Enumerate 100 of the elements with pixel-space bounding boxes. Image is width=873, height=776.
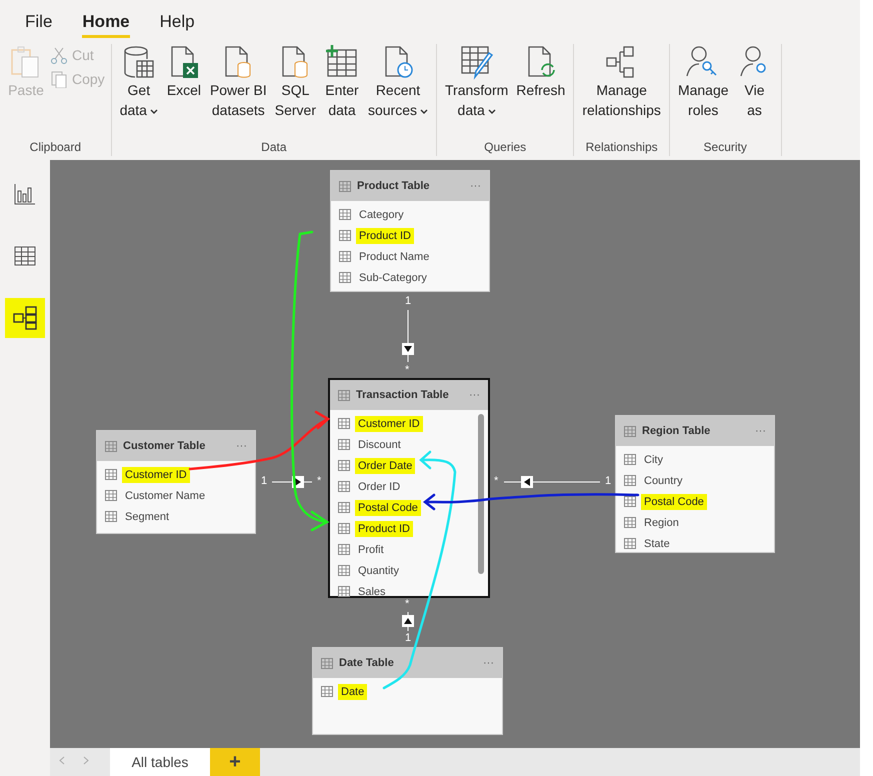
table-icon	[339, 180, 351, 192]
column-icon	[338, 523, 350, 534]
scissors-icon	[50, 46, 68, 64]
field-name[interactable]: Segment	[122, 508, 172, 524]
cardinality-label: *	[405, 598, 410, 610]
view-button[interactable]	[5, 298, 45, 338]
ribbon-button[interactable]: Recent sources	[366, 44, 430, 140]
field-name[interactable]: Sales	[355, 584, 389, 600]
column-icon	[105, 490, 117, 501]
column-icon	[339, 272, 351, 283]
cardinality-label: 1	[405, 295, 412, 307]
table-title: Customer Table	[123, 440, 206, 452]
field-name[interactable]: Postal Code	[641, 494, 707, 510]
column-icon	[338, 481, 350, 492]
field-name[interactable]: Product Name	[356, 248, 432, 264]
column-icon	[339, 230, 351, 241]
field-name[interactable]: Date	[338, 684, 368, 700]
model-icon	[12, 305, 38, 331]
column-icon	[339, 209, 351, 220]
column-icon	[338, 460, 350, 471]
chevron-right-icon	[83, 756, 89, 765]
relationship-line[interactable]	[402, 310, 414, 362]
column-icon	[105, 469, 117, 480]
ribbon-button[interactable]: SQL Server	[272, 44, 318, 140]
cardinality-label: 1	[605, 475, 612, 487]
field-name[interactable]: Customer ID	[355, 416, 423, 432]
column-icon	[624, 538, 636, 549]
column-icon	[339, 251, 351, 262]
table-card[interactable]: Product Table ··· Category Product ID Product Name Sub-Category	[330, 170, 490, 292]
add-layout-button[interactable]: +	[210, 748, 260, 776]
cardinality-label: 1	[405, 632, 412, 644]
column-icon	[338, 565, 350, 576]
field-name[interactable]: Sub-Category	[356, 270, 430, 286]
ribbon-button[interactable]: Refresh	[514, 44, 568, 140]
ribbon-tab[interactable]: Home	[82, 8, 130, 38]
group-label: Security	[702, 140, 748, 156]
cardinality-label: 1	[261, 475, 268, 487]
column-icon	[338, 418, 350, 429]
table-card[interactable]: Region Table ··· City Country Postal Code Region State	[615, 415, 775, 553]
column-icon	[624, 475, 636, 486]
field-name[interactable]: Discount	[355, 436, 404, 452]
group-label: Data	[260, 140, 288, 156]
cardinality-label: *	[405, 364, 410, 376]
ribbon-button[interactable]: Manage roles	[676, 44, 731, 140]
field-name[interactable]: City	[641, 452, 666, 468]
ribbon-tab[interactable]: File	[25, 8, 52, 38]
ribbon-button[interactable]: Power BI datasets	[208, 44, 269, 140]
field-name[interactable]: State	[641, 536, 673, 552]
column-icon	[338, 586, 350, 597]
ribbon-button[interactable]: Enter data	[322, 44, 362, 140]
field-name[interactable]: Order ID	[355, 478, 404, 494]
copy-icon	[50, 70, 68, 88]
field-name[interactable]: Quantity	[355, 562, 402, 578]
table-icon	[105, 440, 117, 452]
table-icon	[338, 390, 350, 400]
cardinality-label: *	[317, 475, 322, 487]
ribbon-button[interactable]: Excel	[164, 44, 204, 140]
column-icon	[338, 439, 350, 450]
column-icon	[105, 511, 117, 522]
layout-tab[interactable]: All tables	[110, 748, 210, 776]
relationship-line[interactable]	[272, 476, 312, 488]
group-label: Queries	[483, 140, 528, 156]
field-name[interactable]: Category	[356, 206, 407, 222]
table-icon	[624, 426, 636, 436]
scrollbar[interactable]	[478, 414, 484, 574]
ribbon-button[interactable]: Get data	[118, 44, 160, 140]
relationship-line[interactable]	[402, 612, 414, 632]
group-label: Relationships	[584, 140, 659, 156]
field-name[interactable]: Order Date	[355, 458, 416, 474]
column-icon	[624, 454, 636, 465]
relationship-line[interactable]	[504, 476, 600, 488]
field-name[interactable]: Postal Code	[355, 500, 421, 516]
field-name[interactable]: Country	[641, 472, 686, 488]
table-card[interactable]: Date Table ··· Date	[312, 647, 503, 735]
chevron-left-icon	[59, 756, 65, 765]
cardinality-label: *	[494, 475, 498, 487]
column-icon	[624, 496, 636, 507]
table-card[interactable]: Customer Table ··· Customer ID Customer Name Segment	[96, 430, 256, 534]
field-name[interactable]: Profit	[355, 542, 387, 558]
ribbon-button[interactable]: Vie as	[734, 44, 775, 140]
table-title: Date Table	[339, 657, 395, 669]
ribbon-button[interactable]: Transform data	[443, 44, 510, 140]
ribbon-button[interactable]: Manage relationships	[580, 44, 663, 140]
table-title: Product Table	[357, 180, 431, 192]
column-icon	[338, 502, 350, 513]
field-name[interactable]: Customer Name	[122, 488, 208, 504]
ribbon-tab[interactable]: Help	[160, 8, 195, 38]
field-name[interactable]: Product ID	[356, 228, 414, 244]
table-title: Transaction Table	[356, 389, 450, 401]
column-icon	[321, 686, 333, 697]
field-name[interactable]: Region	[641, 514, 682, 530]
field-name[interactable]: Customer ID	[122, 466, 190, 482]
field-name[interactable]: Product ID	[355, 520, 413, 536]
column-icon	[338, 544, 350, 555]
grid-pencil-icon	[458, 44, 495, 80]
column-icon	[624, 517, 636, 528]
table-card[interactable]: Transaction Table ··· Customer ID Discount Order Date Order ID Postal Code Product ID Profit Quantity Sales	[328, 378, 490, 598]
table-title: Region Table	[642, 425, 712, 437]
group-label: Clipboard	[28, 140, 82, 156]
table-icon	[321, 658, 333, 668]
